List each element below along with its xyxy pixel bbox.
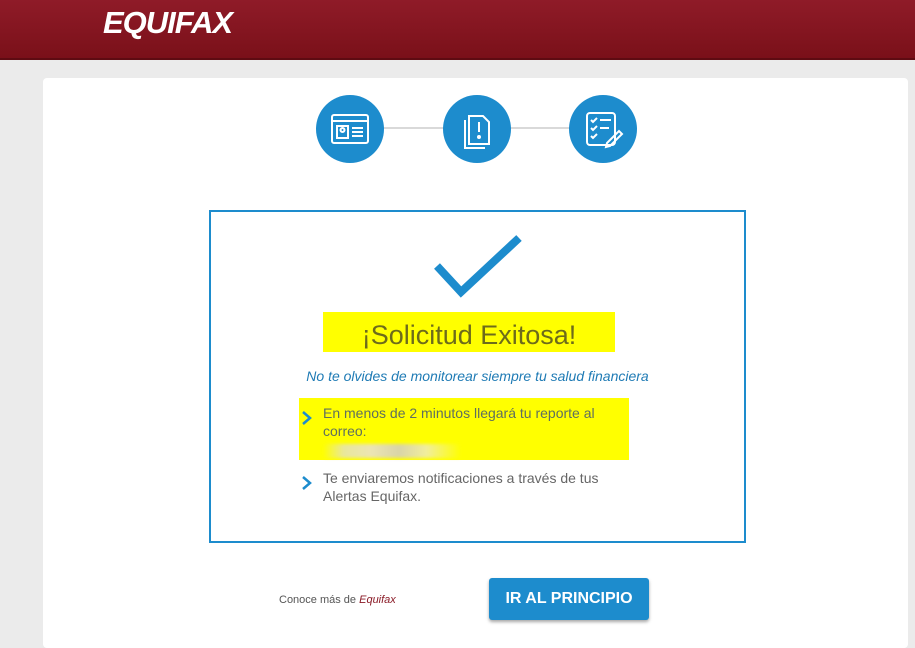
header-bar: EQUIFAX [0,0,915,60]
learn-more-prefix: Conoce más de [279,594,357,606]
success-subtitle: No te olvides de monitorear siempre tu s… [306,368,649,384]
document-alert-icon [464,115,490,149]
list-item-text: En menos de 2 minutos llegará tu reporte… [323,405,595,439]
id-card-icon [331,114,369,144]
go-home-button[interactable]: IR AL PRINCIPIO [489,578,649,620]
step-checklist [569,95,637,163]
chevron-right-icon [302,476,312,490]
list-item-text: Te enviaremos notificaciones a través de… [323,470,599,504]
redacted-email [323,444,461,458]
equifax-link[interactable]: Equifax [359,594,396,606]
checklist-edit-icon [586,112,624,149]
equifax-logo[interactable]: EQUIFAX [103,5,233,41]
success-title: ¡Solicitud Exitosa! [361,320,577,350]
checkmark-icon [434,235,522,298]
learn-more-text: Conoce más de Equifax [279,594,396,606]
step-document [443,95,511,163]
chevron-right-icon [302,411,312,425]
success-panel: ¡Solicitud Exitosa! No te olvides de mon… [209,210,746,543]
step-identity [316,95,384,163]
main-card: ¡Solicitud Exitosa! No te olvides de mon… [43,78,908,648]
